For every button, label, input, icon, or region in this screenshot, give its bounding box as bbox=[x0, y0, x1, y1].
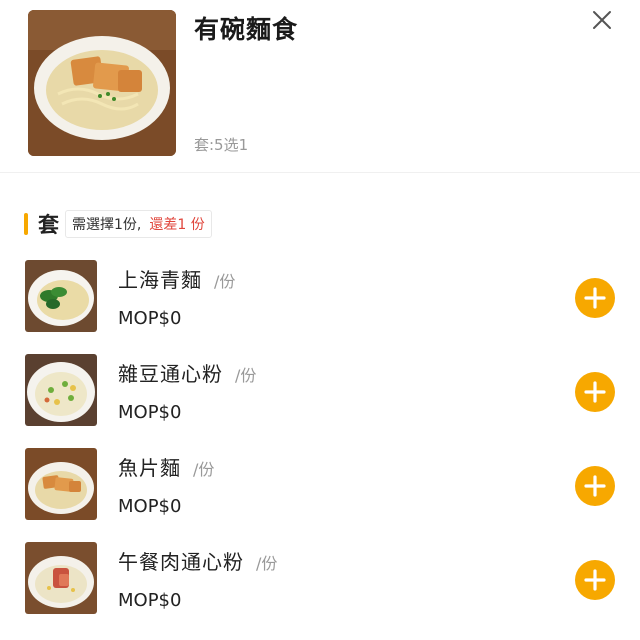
section-header: 套 需選擇1份, 還差1 份 bbox=[24, 208, 212, 240]
add-button[interactable] bbox=[575, 466, 615, 506]
item-name: 魚片麵 bbox=[118, 456, 181, 480]
list-item: 魚片麵 /份 MOP$0 bbox=[0, 444, 640, 538]
mixed-bean-macaroni-photo bbox=[25, 354, 97, 426]
requirement-text: 需選擇1份, bbox=[72, 217, 142, 233]
section-accent-bar bbox=[24, 213, 28, 235]
item-image bbox=[25, 448, 97, 520]
item-name: 上海青麵 bbox=[118, 268, 202, 292]
fish-cake-noodle-photo bbox=[25, 448, 97, 520]
item-price: MOP$0 bbox=[118, 496, 182, 517]
add-button[interactable] bbox=[575, 560, 615, 600]
add-button[interactable] bbox=[575, 372, 615, 412]
item-name: 雜豆通心粉 bbox=[118, 362, 223, 386]
plus-icon bbox=[575, 278, 615, 318]
item-unit: /份 bbox=[193, 460, 215, 479]
close-icon[interactable] bbox=[588, 6, 616, 34]
plus-icon bbox=[575, 466, 615, 506]
plus-icon bbox=[575, 372, 615, 412]
add-button[interactable] bbox=[575, 278, 615, 318]
list-item: 午餐肉通心粉 /份 MOP$0 bbox=[0, 538, 640, 632]
noodle-bowl-photo bbox=[28, 10, 176, 156]
section-title: 套 bbox=[38, 213, 59, 237]
luncheon-meat-macaroni-photo bbox=[25, 542, 97, 614]
product-header: 有碗麵食 套:5选1 bbox=[0, 0, 640, 172]
item-image bbox=[25, 542, 97, 614]
bok-choy-noodle-photo bbox=[25, 260, 97, 332]
header-divider bbox=[0, 172, 640, 173]
item-image bbox=[25, 354, 97, 426]
list-item: 上海青麵 /份 MOP$0 bbox=[0, 256, 640, 350]
item-price: MOP$0 bbox=[118, 402, 182, 423]
selection-requirement-badge: 需選擇1份, 還差1 份 bbox=[65, 210, 212, 238]
item-unit: /份 bbox=[256, 554, 278, 573]
item-unit: /份 bbox=[214, 272, 236, 291]
item-name: 午餐肉通心粉 bbox=[118, 550, 244, 574]
item-unit: /份 bbox=[235, 366, 257, 385]
set-selection-info: 套:5选1 bbox=[194, 136, 249, 154]
remaining-count-text: 還差1 份 bbox=[149, 217, 205, 233]
plus-icon bbox=[575, 560, 615, 600]
product-title: 有碗麵食 bbox=[194, 15, 299, 44]
list-item: 雜豆通心粉 /份 MOP$0 bbox=[0, 350, 640, 444]
product-image bbox=[28, 10, 176, 156]
item-price: MOP$0 bbox=[118, 590, 182, 611]
item-price: MOP$0 bbox=[118, 308, 182, 329]
item-image bbox=[25, 260, 97, 332]
option-list: 上海青麵 /份 MOP$0 雜豆通心粉 /份 MOP$0 魚片麵 /份 MOP$… bbox=[0, 256, 640, 632]
